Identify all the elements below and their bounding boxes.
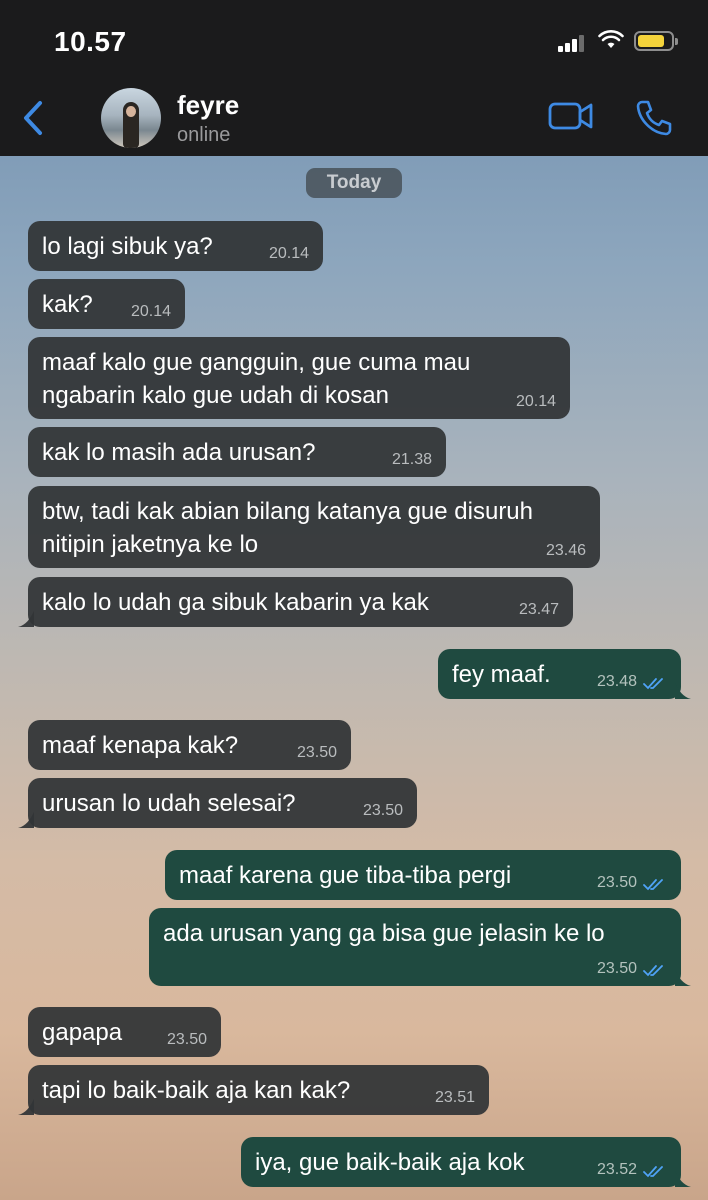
message-incoming[interactable]: urusan lo udah selesai? 23.50	[18, 778, 417, 828]
bubble-tail	[675, 683, 691, 699]
status-time: 10.57	[54, 26, 127, 57]
message-time: 23.50	[296, 744, 337, 761]
chevron-left-icon[interactable]	[18, 98, 48, 138]
bubble-tail	[675, 970, 691, 986]
message-outgoing[interactable]: fey maaf. 23.48	[438, 649, 691, 699]
wifi-icon	[598, 30, 624, 48]
status-bar: 10.57	[0, 0, 708, 78]
message-incoming[interactable]: kak lo masih ada urusan? 21.38	[28, 427, 446, 477]
video-camera-icon[interactable]	[548, 100, 594, 132]
double-check-icon	[643, 879, 663, 891]
message-time: 21.38	[391, 451, 432, 468]
contact-status: online	[177, 124, 231, 146]
double-check-icon	[643, 1166, 663, 1178]
message-time: 23.50	[596, 874, 637, 891]
bubble-tail	[675, 1171, 691, 1187]
double-check-icon	[643, 965, 663, 977]
message-incoming[interactable]: lo lagi sibuk ya? 20.14	[28, 221, 323, 271]
bubble-tail	[18, 611, 34, 627]
message-incoming[interactable]: kalo lo udah ga sibuk kabarin ya kak 23.…	[18, 577, 573, 627]
message-incoming[interactable]: maaf kalo gue gangguin, gue cuma mau nga…	[28, 337, 570, 419]
message-text: maaf kenapa kak?	[42, 732, 239, 759]
bubble-tail	[18, 1099, 34, 1115]
message-time: 23.51	[434, 1089, 475, 1106]
message-text: ada urusan yang ga bisa gue jelasin ke l…	[163, 920, 605, 947]
message-incoming[interactable]: gapapa 23.50	[28, 1007, 221, 1057]
message-incoming[interactable]: btw, tadi kak abian bilang katanya gue d…	[28, 486, 600, 568]
message-time: 23.46	[545, 542, 586, 559]
message-time: 23.47	[518, 601, 559, 618]
message-outgoing[interactable]: maaf karena gue tiba-tiba pergi 23.50	[165, 850, 681, 900]
message-time: 23.50	[362, 802, 403, 819]
message-text: urusan lo udah selesai?	[42, 790, 296, 817]
message-incoming[interactable]: kak? 20.14	[28, 279, 185, 329]
message-time: 20.14	[268, 245, 309, 262]
message-time: 23.52	[596, 1161, 637, 1178]
message-incoming[interactable]: tapi lo baik-baik aja kan kak? 23.51	[18, 1065, 489, 1115]
message-text: maaf kalo gue gangguin, gue cuma mau nga…	[42, 349, 471, 409]
message-text: btw, tadi kak abian bilang katanya gue d…	[42, 498, 534, 558]
message-time: 23.50	[166, 1031, 207, 1048]
message-time: 23.50	[596, 960, 637, 977]
signal-icon	[558, 34, 584, 52]
message-outgoing[interactable]: ada urusan yang ga bisa gue jelasin ke l…	[149, 908, 691, 986]
double-check-icon	[643, 678, 663, 690]
message-text: kak lo masih ada urusan?	[42, 439, 316, 466]
date-separator: Today	[306, 168, 402, 198]
contact-name[interactable]: feyre	[177, 90, 239, 121]
message-text: tapi lo baik-baik aja kan kak?	[42, 1077, 351, 1104]
message-time: 23.48	[596, 673, 637, 690]
chat-header: feyre online	[0, 78, 708, 156]
message-text: maaf karena gue tiba-tiba pergi	[179, 862, 512, 889]
bubble-tail	[18, 812, 34, 828]
message-outgoing[interactable]: iya, gue baik-baik aja kok 23.52	[241, 1137, 691, 1187]
message-text: kalo lo udah ga sibuk kabarin ya kak	[42, 589, 429, 616]
message-time: 20.14	[515, 393, 556, 410]
message-time: 20.14	[130, 303, 171, 320]
battery-icon	[634, 31, 678, 51]
phone-icon[interactable]	[634, 98, 674, 138]
avatar[interactable]	[101, 88, 161, 148]
message-incoming[interactable]: maaf kenapa kak? 23.50	[28, 720, 351, 770]
